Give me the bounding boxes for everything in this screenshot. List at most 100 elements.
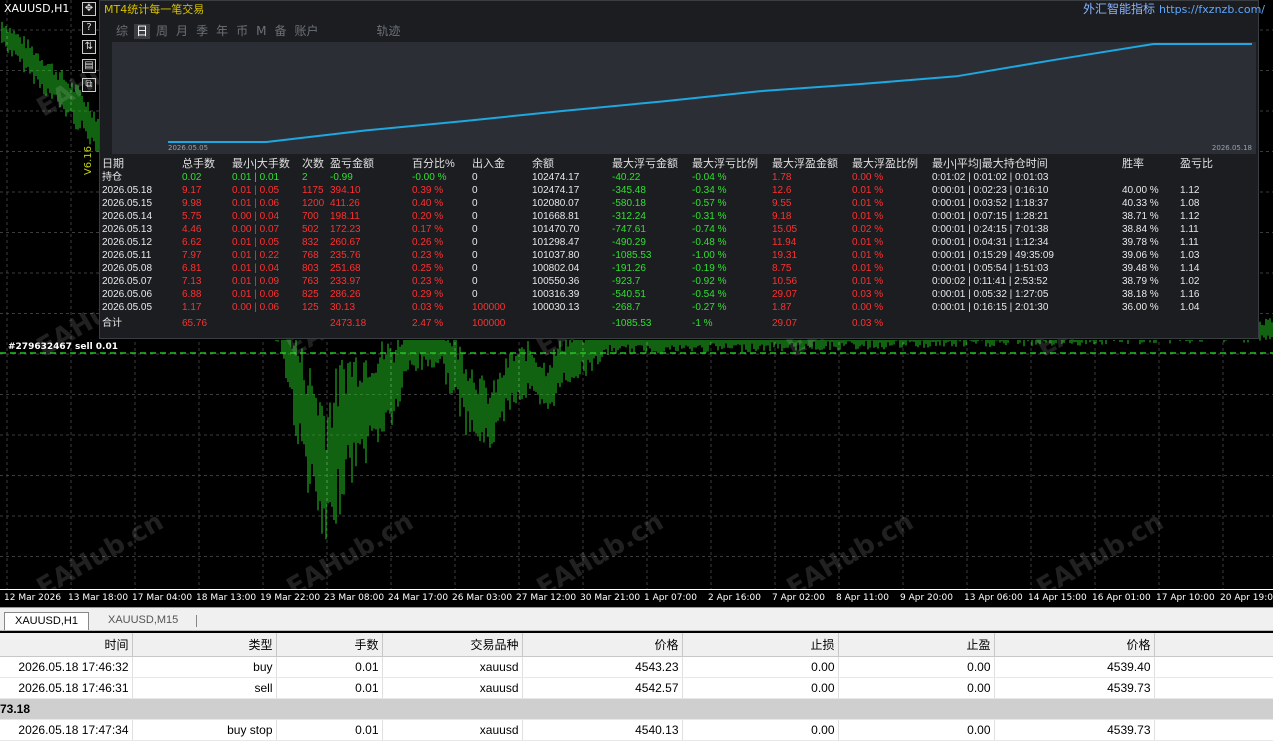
panel-tab[interactable]: 季 bbox=[194, 24, 210, 39]
time-axis-tick: 26 Mar 03:00 bbox=[452, 593, 513, 603]
chart-tab-bar: XAUUSD,H1 XAUUSD,M15 bbox=[0, 607, 1273, 631]
stats-cell: 0.23 % bbox=[412, 276, 444, 287]
stats-cell: 0.03 % bbox=[412, 302, 444, 313]
orders-column-header[interactable]: 类型 bbox=[132, 633, 277, 657]
panel-tab[interactable]: 币 bbox=[234, 24, 250, 39]
stats-cell: 2026.05.13 bbox=[102, 224, 153, 235]
stats-cell: 0.01 % bbox=[852, 198, 884, 209]
panel-tab[interactable]: 月 bbox=[174, 24, 190, 39]
window-icon[interactable]: ⧉ bbox=[82, 78, 96, 92]
stats-cell: 1175 bbox=[302, 185, 324, 196]
order-row[interactable]: 2026.05.18 17:46:32 buy 0.01 xauusd 4543.23 0… bbox=[0, 656, 1273, 678]
move-icon[interactable]: ✥ bbox=[82, 2, 96, 16]
panel-tab[interactable]: 账户 bbox=[292, 24, 320, 39]
stats-cell: -312.24 bbox=[612, 211, 646, 222]
orders-column-header[interactable]: 交易品种 bbox=[382, 633, 523, 657]
stats-cell: 0.40 % bbox=[412, 198, 444, 209]
stats-cell: 1.87 bbox=[772, 302, 792, 313]
order-cell: 4540.13 bbox=[522, 719, 683, 741]
orders-grid[interactable]: 时间类型手数交易品种价格止损止盈价格手2026.05.18 17:46:32bu… bbox=[0, 633, 1273, 741]
stats-row: 2026.05.13 4.46 0.00 | 0.07 502 172.23 0.17 %… bbox=[102, 223, 1220, 236]
orders-column-header[interactable]: 时间 bbox=[0, 633, 133, 657]
orders-column-header[interactable]: 手数 bbox=[276, 633, 383, 657]
orders-column-header[interactable]: 止损 bbox=[682, 633, 839, 657]
tab-separator bbox=[196, 615, 197, 627]
stats-cell: 38.71 % bbox=[1122, 211, 1159, 222]
stats-cell: 9.98 bbox=[182, 198, 202, 209]
panel-tab[interactable]: 综 bbox=[114, 24, 130, 39]
tab-xauusd-h1[interactable]: XAUUSD,H1 bbox=[4, 612, 89, 630]
version-label: V6.16 bbox=[83, 146, 94, 176]
stats-row: 持仓 0.02 0.01 | 0.01 2 -0.99 -0.00 % 0 102474.17… bbox=[102, 171, 1220, 184]
order-row[interactable]: 2026.05.18 17:47:34 buy stop 0.01 xauusd 454… bbox=[0, 719, 1273, 741]
stats-cell: 1.11 bbox=[1180, 224, 1199, 235]
panel-tab[interactable]: 备 bbox=[272, 24, 288, 39]
stats-cell: 2 bbox=[302, 172, 308, 183]
layout-icon[interactable]: ▤ bbox=[82, 59, 96, 73]
panel-tab[interactable]: 年 bbox=[214, 24, 230, 39]
stats-cell: -0.74 % bbox=[692, 224, 727, 235]
orders-group-row: 73.18 bbox=[0, 698, 1273, 720]
stats-cell bbox=[1122, 171, 1180, 184]
tab-xauusd-m15[interactable]: XAUUSD,M15 bbox=[98, 612, 188, 630]
stats-cell: 0.01 % bbox=[852, 276, 884, 287]
orders-column-header[interactable]: 价格 bbox=[994, 633, 1155, 657]
stats-cell: 502 bbox=[302, 224, 319, 235]
chart-toolbox: ✥? ⇅ ▤ ⧉ bbox=[82, 2, 98, 97]
orders-column-header[interactable]: 价格 bbox=[522, 633, 683, 657]
stats-cell: 7.13 bbox=[182, 276, 202, 287]
stats-cell: 172.23 bbox=[330, 224, 361, 235]
stats-cell: -0.04 % bbox=[692, 172, 727, 183]
brand-header[interactable]: 外汇智能指标 https://fxznzb.com/ bbox=[1083, 2, 1265, 17]
stats-cell: 2026.05.05 bbox=[102, 302, 153, 313]
stats-cell: 0:00:01 | 0:05:32 | 1:27:05 bbox=[932, 289, 1049, 300]
stats-cell: -540.51 bbox=[612, 289, 646, 300]
stats-cell: 1.14 bbox=[1180, 263, 1200, 274]
equity-end-date: 2026.05.18 bbox=[1211, 144, 1252, 152]
stats-cell: -0.19 % bbox=[692, 263, 727, 274]
stats-cell: 4.46 bbox=[182, 224, 202, 235]
time-axis-tick: 12 Mar 2026 bbox=[4, 593, 62, 603]
help-icon[interactable]: ? bbox=[82, 21, 96, 35]
orders-column-header[interactable]: 止盈 bbox=[838, 633, 995, 657]
stats-column-header: 日期 bbox=[102, 158, 124, 170]
stats-cell: -0.27 % bbox=[692, 302, 727, 313]
stats-cell: 100030.13 bbox=[532, 302, 580, 313]
sort-icon[interactable]: ⇅ bbox=[82, 40, 96, 54]
stats-cell: 0 bbox=[472, 211, 478, 222]
brand-url[interactable]: https://fxznzb.com/ bbox=[1159, 3, 1265, 16]
panel-tab[interactable]: 日 bbox=[134, 24, 151, 39]
stats-cell: 38.84 % bbox=[1122, 224, 1159, 235]
stats-cell: 198.11 bbox=[330, 211, 360, 222]
stats-cell: 39.48 % bbox=[1122, 263, 1159, 274]
stats-cell: 1.08 bbox=[1180, 198, 1200, 209]
orders-column-header[interactable]: 手 bbox=[1154, 633, 1273, 657]
brand-name[interactable]: 外汇智能指标 bbox=[1083, 2, 1155, 16]
stats-cell: 100802.04 bbox=[532, 263, 580, 274]
panel-tab[interactable]: 轨迹 bbox=[375, 24, 403, 39]
stats-cell: 0 bbox=[472, 276, 478, 287]
stats-cell: -0.34 % bbox=[692, 185, 727, 196]
stats-cell: 0 bbox=[472, 250, 478, 261]
stats-cell: 0.23 % bbox=[412, 250, 444, 261]
orders-table[interactable]: 时间类型手数交易品种价格止损止盈价格手2026.05.18 17:46:32bu… bbox=[0, 633, 1273, 753]
stats-cell: 0.01 % bbox=[852, 250, 884, 261]
price-chart[interactable]: XAUUSD,H1 ✥? ⇅ ▤ ⧉ V6.16 #279632467 sell 0.… bbox=[0, 0, 1273, 607]
stats-cell: 6.62 bbox=[182, 237, 202, 248]
stats-cell: 1.17 bbox=[182, 302, 202, 313]
stats-cell: 0.01 % bbox=[852, 185, 884, 196]
stats-cell: -345.48 bbox=[612, 185, 646, 196]
stats-cell: 0:00:01 | 0:03:52 | 1:18:37 bbox=[932, 198, 1049, 209]
panel-tab[interactable]: 周 bbox=[154, 24, 170, 39]
time-axis-tick: 7 Apr 02:00 bbox=[772, 593, 825, 603]
order-row[interactable]: 2026.05.18 17:46:31 sell 0.01 xauusd 4542.57… bbox=[0, 677, 1273, 699]
stats-cell: 825 bbox=[302, 289, 319, 300]
stats-cell: 持仓 bbox=[102, 172, 122, 183]
panel-tab[interactable]: M bbox=[254, 24, 268, 39]
stats-cell: 0.00 % bbox=[852, 302, 884, 313]
stats-cell: -0.48 % bbox=[692, 237, 727, 248]
stats-cell: 39.06 % bbox=[1122, 250, 1159, 261]
stats-cell: 1.03 bbox=[1180, 250, 1200, 261]
stats-cell: 0:00:01 | 0:15:29 | 49:35:09 bbox=[932, 250, 1054, 261]
stats-cell: 1.12 bbox=[1180, 211, 1200, 222]
